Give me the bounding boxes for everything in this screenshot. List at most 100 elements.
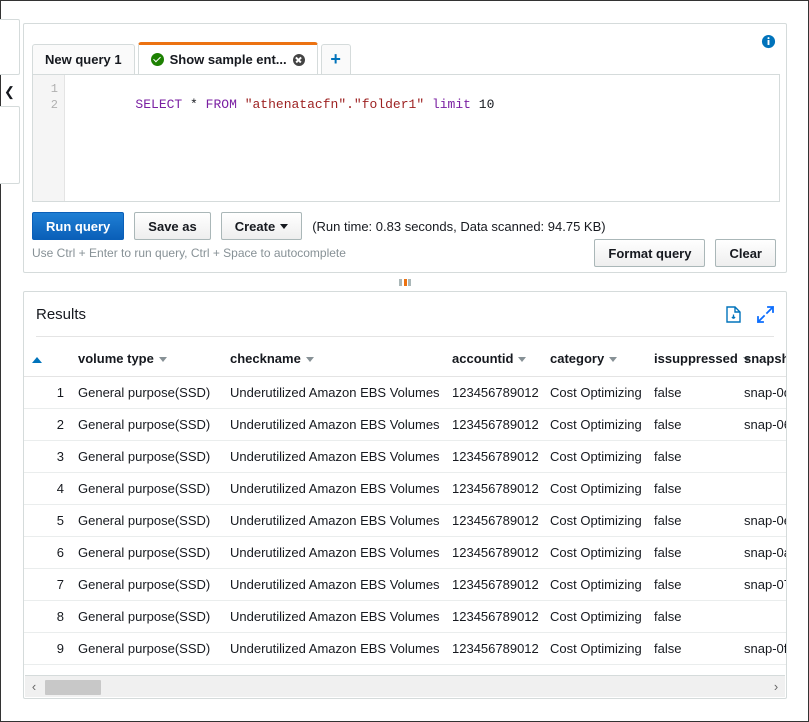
table-row[interactable]: 1General purpose(SSD)Underutilized Amazo… — [24, 377, 787, 409]
clear-label: Clear — [729, 246, 762, 261]
table-cell-cat: Cost Optimizing — [542, 441, 646, 473]
table-cell-cat: Cost Optimizing — [542, 377, 646, 409]
table-cell-vol: General purpose(SSD) — [70, 569, 222, 601]
panel-resize-handle[interactable] — [23, 274, 787, 290]
table-cell-cat: Cost Optimizing — [542, 601, 646, 633]
query-tab-new-query-1[interactable]: New query 1 — [32, 44, 135, 74]
column-header-accountid[interactable]: accountid — [444, 345, 542, 377]
grip-dots-icon — [399, 279, 411, 286]
table-cell-idx: 8 — [24, 601, 70, 633]
sql-token: limit — [432, 97, 471, 112]
sql-token: "athenatacfn"."folder1" — [245, 97, 424, 112]
sql-token: * — [190, 97, 198, 112]
table-row[interactable]: 7General purpose(SSD)Underutilized Amazo… — [24, 569, 787, 601]
status-success-icon — [151, 53, 164, 66]
chevron-down-icon — [280, 224, 288, 229]
results-horizontal-scrollbar[interactable]: ‹ › — [25, 675, 785, 697]
sql-token — [198, 97, 206, 112]
table-cell-chk: Underutilized Amazon EBS Volumes — [222, 569, 444, 601]
save-as-button[interactable]: Save as — [134, 212, 210, 240]
table-cell-sup: false — [646, 409, 736, 441]
sql-token — [182, 97, 190, 112]
scroll-left-arrow-icon[interactable]: ‹ — [25, 677, 43, 697]
table-row[interactable]: 3General purpose(SSD)Underutilized Amazo… — [24, 441, 787, 473]
table-cell-acct: 123456789012 — [444, 537, 542, 569]
table-cell-sup: false — [646, 441, 736, 473]
editor-secondary-actions: Format query Clear — [594, 239, 776, 267]
table-row[interactable]: 4General purpose(SSD)Underutilized Amazo… — [24, 473, 787, 505]
column-header-index[interactable] — [24, 345, 70, 377]
close-icon[interactable] — [293, 54, 305, 66]
query-tab-show-sample-ent[interactable]: Show sample ent... — [138, 42, 318, 74]
table-cell-vol: General purpose(SSD) — [70, 633, 222, 665]
column-header-issuppressed[interactable]: issuppressed — [646, 345, 736, 377]
column-header-checkname[interactable]: checkname — [222, 345, 444, 377]
keyboard-hint-text: Use Ctrl + Enter to run query, Ctrl + Sp… — [32, 246, 346, 260]
table-cell-sup: false — [646, 377, 736, 409]
table-cell-vol: General purpose(SSD) — [70, 409, 222, 441]
create-dropdown-button[interactable]: Create — [221, 212, 302, 240]
column-label: accountid — [452, 351, 513, 366]
table-cell-chk: Underutilized Amazon EBS Volumes — [222, 537, 444, 569]
table-cell-acct: 123456789012 — [444, 505, 542, 537]
table-cell-vol: General purpose(SSD) — [70, 537, 222, 569]
table-cell-snap: snap-078 — [736, 569, 787, 601]
table-cell-snap: snap-0d4 — [736, 377, 787, 409]
sidebar-collapse-chevron-icon[interactable]: ❮ — [4, 85, 15, 98]
column-header-volume-type[interactable]: volume type — [70, 345, 222, 377]
download-file-icon[interactable] — [726, 306, 741, 328]
table-row[interactable]: 8General purpose(SSD)Underutilized Amazo… — [24, 601, 787, 633]
add-query-tab-button[interactable]: + — [321, 44, 351, 74]
table-row[interactable]: 9General purpose(SSD)Underutilized Amazo… — [24, 633, 787, 665]
results-divider — [36, 336, 774, 337]
table-cell-chk: Underutilized Amazon EBS Volumes — [222, 633, 444, 665]
table-cell-cat: Cost Optimizing — [542, 505, 646, 537]
run-query-label: Run query — [46, 219, 110, 234]
left-rail-panel-bottom — [0, 106, 20, 184]
table-cell-snap: snap-0a5 — [736, 537, 787, 569]
sql-code-content[interactable]: SELECT * FROM "athenatacfn"."folder1" li… — [65, 75, 779, 201]
sql-token: FROM — [206, 97, 237, 112]
table-cell-sup: false — [646, 633, 736, 665]
column-label: category — [550, 351, 604, 366]
results-table: volume type checkname accountid category… — [24, 345, 787, 696]
column-header-snapshot[interactable]: snapshot — [736, 345, 787, 377]
table-cell-sup: false — [646, 537, 736, 569]
table-cell-chk: Underutilized Amazon EBS Volumes — [222, 377, 444, 409]
table-cell-sup: false — [646, 569, 736, 601]
table-cell-vol: General purpose(SSD) — [70, 377, 222, 409]
scrollbar-thumb[interactable] — [45, 680, 101, 695]
format-query-label: Format query — [608, 246, 691, 261]
scrollbar-track[interactable] — [43, 677, 767, 697]
query-tab-bar: New query 1 Show sample ent... + — [32, 42, 351, 74]
scroll-right-arrow-icon[interactable]: › — [767, 677, 785, 697]
table-cell-acct: 123456789012 — [444, 473, 542, 505]
info-icon[interactable] — [761, 34, 776, 49]
table-cell-acct: 123456789012 — [444, 633, 542, 665]
sql-token — [424, 97, 432, 112]
clear-button[interactable]: Clear — [715, 239, 776, 267]
table-cell-acct: 123456789012 — [444, 441, 542, 473]
table-cell-snap: snap-0ff6 — [736, 633, 787, 665]
table-cell-acct: 123456789012 — [444, 569, 542, 601]
table-header-row: volume type checkname accountid category… — [24, 345, 787, 377]
run-query-button[interactable]: Run query — [32, 212, 124, 240]
column-header-category[interactable]: category — [542, 345, 646, 377]
expand-arrows-icon[interactable] — [757, 306, 774, 328]
sql-token — [237, 97, 245, 112]
editor-line-numbers: 1 2 — [33, 75, 65, 201]
table-row[interactable]: 5General purpose(SSD)Underutilized Amazo… — [24, 505, 787, 537]
table-row[interactable]: 2General purpose(SSD)Underutilized Amazo… — [24, 409, 787, 441]
athena-query-editor-screen: ❮ New query 1 Show sample ent... + — [0, 0, 809, 722]
sql-editor[interactable]: 1 2 SELECT * FROM "athenatacfn"."folder1… — [32, 74, 780, 202]
column-label: volume type — [78, 351, 154, 366]
left-rail-panel-top — [0, 19, 20, 75]
table-cell-cat: Cost Optimizing — [542, 409, 646, 441]
format-query-button[interactable]: Format query — [594, 239, 705, 267]
table-cell-snap — [736, 473, 787, 505]
save-as-label: Save as — [148, 219, 196, 234]
results-table-body: 1General purpose(SSD)Underutilized Amazo… — [24, 377, 787, 697]
table-cell-chk: Underutilized Amazon EBS Volumes — [222, 505, 444, 537]
table-cell-chk: Underutilized Amazon EBS Volumes — [222, 601, 444, 633]
table-row[interactable]: 6General purpose(SSD)Underutilized Amazo… — [24, 537, 787, 569]
